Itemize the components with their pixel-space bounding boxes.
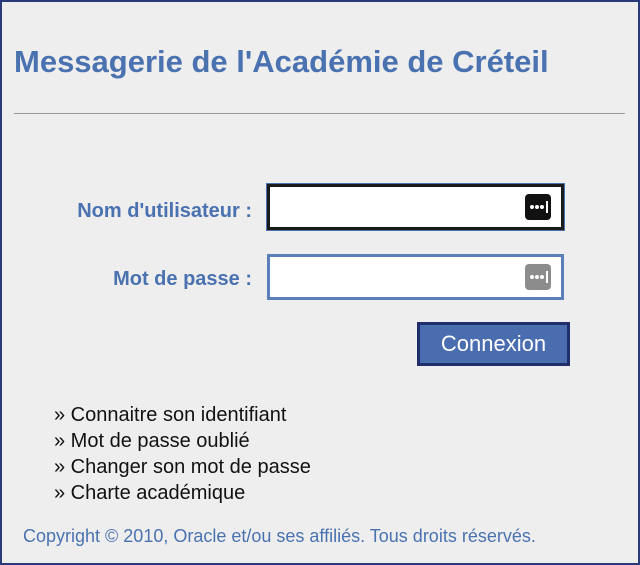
page-title: Messagerie de l'Académie de Créteil	[14, 44, 549, 79]
help-links: » Connaitre son identifiant » Mot de pas…	[54, 402, 311, 506]
password-input[interactable]	[270, 257, 510, 297]
password-label: Mot de passe :	[113, 268, 252, 290]
password-manager-key-icon[interactable]	[525, 194, 551, 220]
connexion-button[interactable]: Connexion	[417, 322, 570, 366]
title-divider	[14, 113, 625, 114]
copyright-text: Copyright © 2010, Oracle et/ou ses affil…	[23, 526, 536, 546]
link-changer-mot-de-passe[interactable]: » Changer son mot de passe	[54, 454, 311, 480]
username-field-box[interactable]	[266, 183, 565, 231]
username-input[interactable]	[270, 187, 510, 227]
login-panel: Messagerie de l'Académie de Créteil Nom …	[0, 0, 640, 565]
link-mot-de-passe-oublie[interactable]: » Mot de passe oublié	[54, 428, 311, 454]
link-charte-academique[interactable]: » Charte académique	[54, 480, 311, 506]
password-field-box[interactable]	[267, 254, 564, 300]
link-connaitre-identifiant[interactable]: » Connaitre son identifiant	[54, 402, 311, 428]
username-label: Nom d'utilisateur :	[77, 200, 252, 222]
password-manager-key-icon[interactable]	[525, 264, 551, 290]
